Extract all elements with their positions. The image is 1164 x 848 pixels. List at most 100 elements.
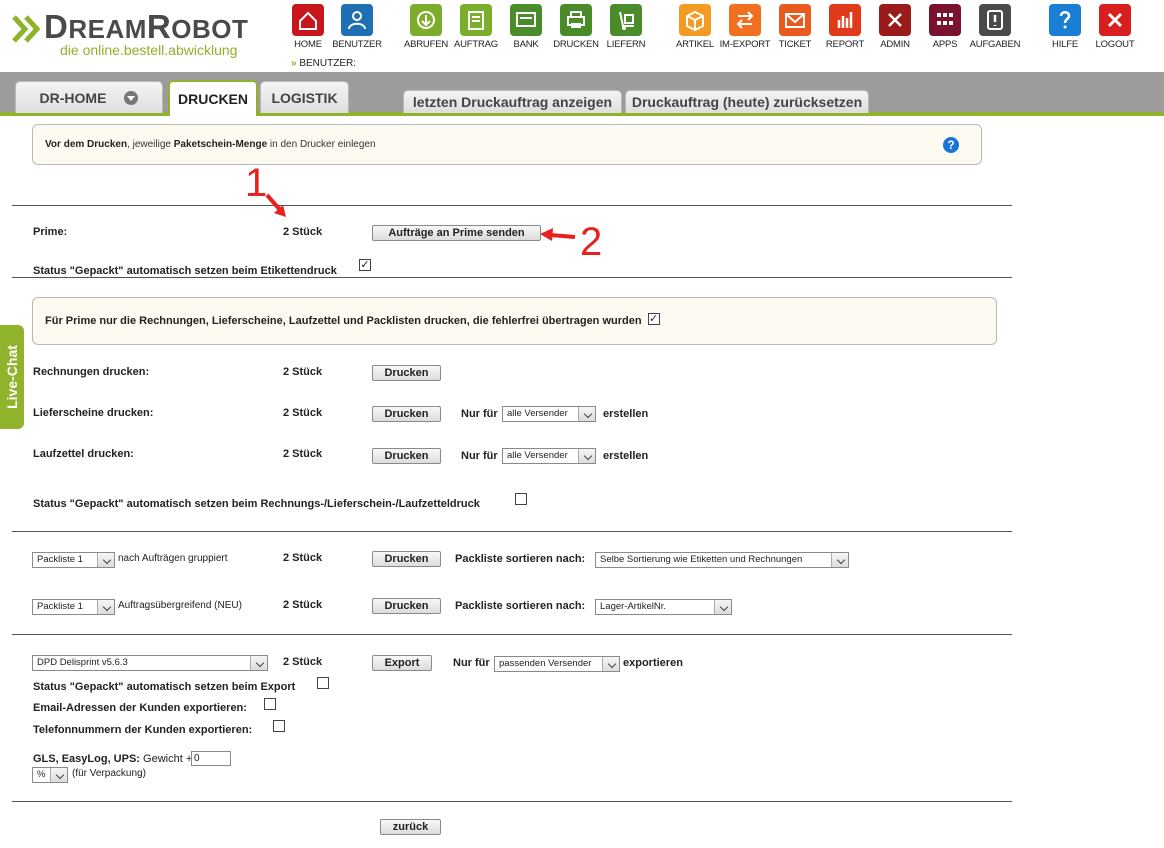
- packlist-2-select[interactable]: Packliste 1: [32, 599, 115, 615]
- tab-logistik[interactable]: LOGISTIK: [260, 81, 349, 113]
- help-icon[interactable]: ?: [943, 137, 959, 153]
- invoices-label: Rechnungen drucken:: [33, 366, 150, 378]
- route-slips-count: 2 Stück: [283, 448, 323, 460]
- prime-status-checkbox[interactable]: ✓: [359, 259, 371, 271]
- tab-reset-print-job-label: Druckauftrag (heute) zurücksetzen: [631, 94, 863, 110]
- nav-home-label: HOME: [294, 39, 322, 50]
- tab-logistik-label: LOGISTIK: [271, 89, 338, 106]
- printer-icon[interactable]: [560, 4, 592, 36]
- nav-aufgaben-label: AUFGABEN: [969, 39, 1021, 50]
- documents-status-checkbox[interactable]: [515, 493, 527, 505]
- tab-dr-home-label: DR-HOME: [39, 89, 107, 106]
- divider: [12, 277, 1012, 278]
- export-email-checkbox[interactable]: [264, 698, 276, 710]
- mail-icon[interactable]: [779, 4, 811, 36]
- divider: [12, 634, 1012, 635]
- order-icon[interactable]: [460, 4, 492, 36]
- export-count: 2 Stück: [283, 656, 323, 668]
- export-shipper-select[interactable]: passenden Versender: [494, 656, 620, 672]
- export-email-label: Email-Adressen der Kunden exportieren:: [33, 702, 247, 714]
- tab-last-print-job[interactable]: letzten Druckauftrag anzeigen: [403, 90, 622, 113]
- route-slips-nur-fuer: Nur für: [461, 450, 498, 462]
- bank-icon[interactable]: [510, 4, 542, 36]
- invoices-count: 2 Stück: [283, 366, 323, 378]
- packlist-2-sort-select[interactable]: Lager-ArtikelNr.: [595, 599, 732, 615]
- print-packlist-1-button[interactable]: Drucken: [372, 551, 441, 567]
- home-icon[interactable]: [292, 4, 324, 36]
- gls-label: GLS, EasyLog, UPS: Gewicht +: [33, 753, 193, 765]
- delivery-notes-shipper-select[interactable]: alle Versender: [502, 406, 596, 422]
- tools-icon[interactable]: [879, 4, 911, 36]
- exchange-icon[interactable]: [729, 4, 761, 36]
- apps-icon[interactable]: [929, 4, 961, 36]
- nav-abrufen[interactable]: ABRUFEN: [398, 4, 454, 52]
- nav-auftrag[interactable]: AUFTRAG: [448, 4, 504, 52]
- dolly-icon[interactable]: [610, 4, 642, 36]
- nav-artikel[interactable]: ARTIKEL: [667, 4, 723, 52]
- logo-wordmark[interactable]: DREAMROBOT: [44, 8, 248, 46]
- nav-admin[interactable]: ADMIN: [867, 4, 923, 52]
- live-chat-tab[interactable]: Live-Chat: [0, 325, 24, 429]
- nav-logout[interactable]: LOGOUT: [1087, 4, 1143, 52]
- nav-hilfe[interactable]: HILFE: [1037, 4, 1093, 52]
- delivery-notes-erstellen: erstellen: [603, 408, 649, 420]
- nav-benutzer-label: BENUTZER: [332, 39, 382, 50]
- logout-icon[interactable]: [1099, 4, 1131, 36]
- help-icon[interactable]: [1049, 4, 1081, 36]
- packlist-1-select[interactable]: Packliste 1: [32, 552, 115, 568]
- packlist-2-desc: Auftragsübergreifend (NEU): [118, 600, 242, 611]
- route-slips-erstellen: erstellen: [603, 450, 649, 462]
- send-to-prime-button[interactable]: Aufträge an Prime senden: [372, 225, 541, 241]
- print-invoices-button[interactable]: Drucken: [372, 365, 441, 381]
- divider: [12, 531, 1012, 532]
- tab-reset-print-job[interactable]: Druckauftrag (heute) zurücksetzen: [625, 90, 869, 113]
- export-button[interactable]: Export: [372, 655, 432, 671]
- nav-ticket-label: TICKET: [778, 39, 812, 50]
- weight-unit-select[interactable]: %: [32, 767, 68, 783]
- current-user-label: » BENUTZER:: [291, 58, 357, 69]
- documents-status-label: Status "Gepackt" automatisch setzen beim…: [33, 498, 480, 510]
- gls-weight-input[interactable]: 0: [191, 751, 231, 766]
- logo-chevron-icon: [12, 14, 42, 44]
- nav-benutzer[interactable]: BENUTZER: [329, 4, 385, 52]
- nav-liefern[interactable]: LIEFERN: [598, 4, 654, 52]
- download-icon[interactable]: [410, 4, 442, 36]
- route-slips-shipper-select[interactable]: alle Versender: [502, 448, 596, 464]
- packlist-1-sort-label: Packliste sortieren nach:: [455, 553, 586, 565]
- prime-status-label: Status "Gepackt" automatisch setzen beim…: [33, 265, 337, 277]
- chart-icon[interactable]: [829, 4, 861, 36]
- packaging-note: (für Verpackung): [72, 768, 146, 779]
- export-format-select[interactable]: DPD Delisprint v5.6.3: [32, 655, 268, 671]
- back-button[interactable]: zurück: [380, 819, 441, 835]
- nav-home[interactable]: HOME: [280, 4, 336, 52]
- tab-drucken[interactable]: DRUCKEN: [168, 80, 258, 116]
- packlist-1-sort-select[interactable]: Selbe Sortierung wie Etiketten und Rechn…: [595, 552, 849, 568]
- user-icon[interactable]: [341, 4, 373, 36]
- chevron-down-icon[interactable]: [124, 90, 139, 105]
- prime-filter-checkbox[interactable]: ✓: [647, 313, 660, 325]
- annotation-arrow-2-icon: [540, 226, 576, 244]
- nav-ticket[interactable]: TICKET: [767, 4, 823, 52]
- export-phone-label: Telefonnummern der Kunden exportieren:: [33, 724, 253, 736]
- box-icon[interactable]: [679, 4, 711, 36]
- nav-bank[interactable]: BANK: [498, 4, 554, 52]
- annotation-arrow-1-icon: [262, 192, 292, 222]
- nav-aufgaben[interactable]: AUFGABEN: [967, 4, 1023, 52]
- nav-apps[interactable]: APPS: [917, 4, 973, 52]
- export-status-checkbox[interactable]: [317, 677, 329, 689]
- print-packlist-2-button[interactable]: Drucken: [372, 598, 441, 614]
- info-box-text: Vor dem Drucken, jeweilige Paketschein-M…: [45, 139, 376, 150]
- nav-logout-label: LOGOUT: [1095, 39, 1135, 50]
- export-phone-checkbox[interactable]: [273, 720, 285, 732]
- info-box-paper: Vor dem Drucken, jeweilige Paketschein-M…: [32, 124, 982, 165]
- nav-report-label: REPORT: [825, 39, 865, 50]
- task-icon[interactable]: [979, 4, 1011, 36]
- print-route-slips-button[interactable]: Drucken: [372, 448, 441, 464]
- divider: [12, 801, 1012, 802]
- nav-artikel-label: ARTIKEL: [675, 39, 715, 50]
- nav-drucken[interactable]: DRUCKEN: [548, 4, 604, 52]
- nav-report[interactable]: REPORT: [817, 4, 873, 52]
- print-delivery-notes-button[interactable]: Drucken: [372, 406, 441, 422]
- nav-im-export[interactable]: IM-EXPORT: [717, 4, 773, 52]
- tab-dr-home[interactable]: DR-HOME: [15, 81, 163, 113]
